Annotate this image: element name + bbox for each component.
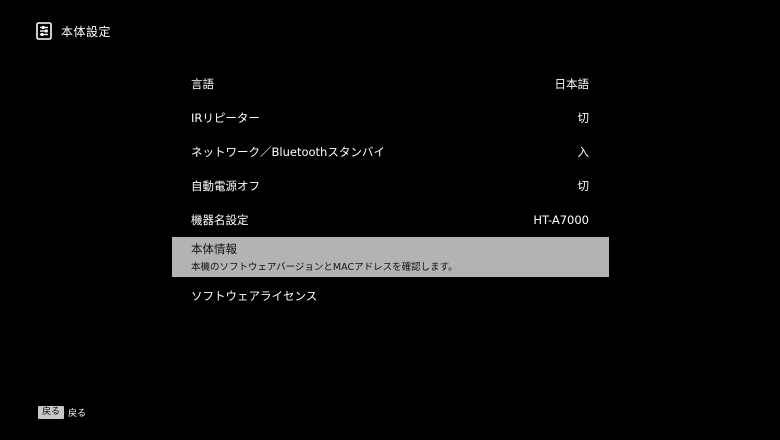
menu-item-value: 切 xyxy=(577,179,590,193)
footer-hint: 戻る 戻る xyxy=(38,406,86,419)
menu-item-language[interactable]: 言語 日本語 xyxy=(172,67,609,101)
page-title: 本体設定 xyxy=(61,24,112,39)
menu-item-system-info[interactable]: 本体情報 本機のソフトウェアバージョンとMACアドレスを確認します。 xyxy=(172,237,609,277)
menu-item-description: 本機のソフトウェアバージョンとMACアドレスを確認します。 xyxy=(191,262,458,273)
menu-item-label: ソフトウェアライセンス xyxy=(191,289,318,303)
menu-item-ir-repeater[interactable]: IRリピーター 切 xyxy=(172,101,609,135)
back-key-badge[interactable]: 戻る xyxy=(38,406,65,419)
menu-item-device-name[interactable]: 機器名設定 HT-A7000 xyxy=(172,203,609,237)
page-header: 本体設定 xyxy=(36,20,111,42)
menu-item-value: 入 xyxy=(577,145,590,159)
settings-menu: 言語 日本語 IRリピーター 切 ネットワーク／Bluetoothスタンバイ 入… xyxy=(172,67,609,313)
back-action-label: 戻る xyxy=(68,409,87,419)
menu-item-label: 言語 xyxy=(191,77,214,91)
menu-item-software-license[interactable]: ソフトウェアライセンス xyxy=(172,279,609,313)
menu-item-label: 本体情報 xyxy=(191,242,237,256)
menu-item-value: HT-A7000 xyxy=(533,213,589,227)
menu-item-value: 切 xyxy=(577,111,590,125)
menu-item-label: 自動電源オフ xyxy=(191,179,260,193)
menu-item-value: 日本語 xyxy=(554,77,590,91)
menu-item-label: ネットワーク／Bluetoothスタンバイ xyxy=(191,145,385,159)
menu-item-network-bluetooth-standby[interactable]: ネットワーク／Bluetoothスタンバイ 入 xyxy=(172,135,609,169)
menu-item-label: 機器名設定 xyxy=(191,213,249,227)
menu-item-label: IRリピーター xyxy=(191,111,260,125)
settings-list-icon xyxy=(36,22,52,40)
menu-item-auto-power-off[interactable]: 自動電源オフ 切 xyxy=(172,169,609,203)
